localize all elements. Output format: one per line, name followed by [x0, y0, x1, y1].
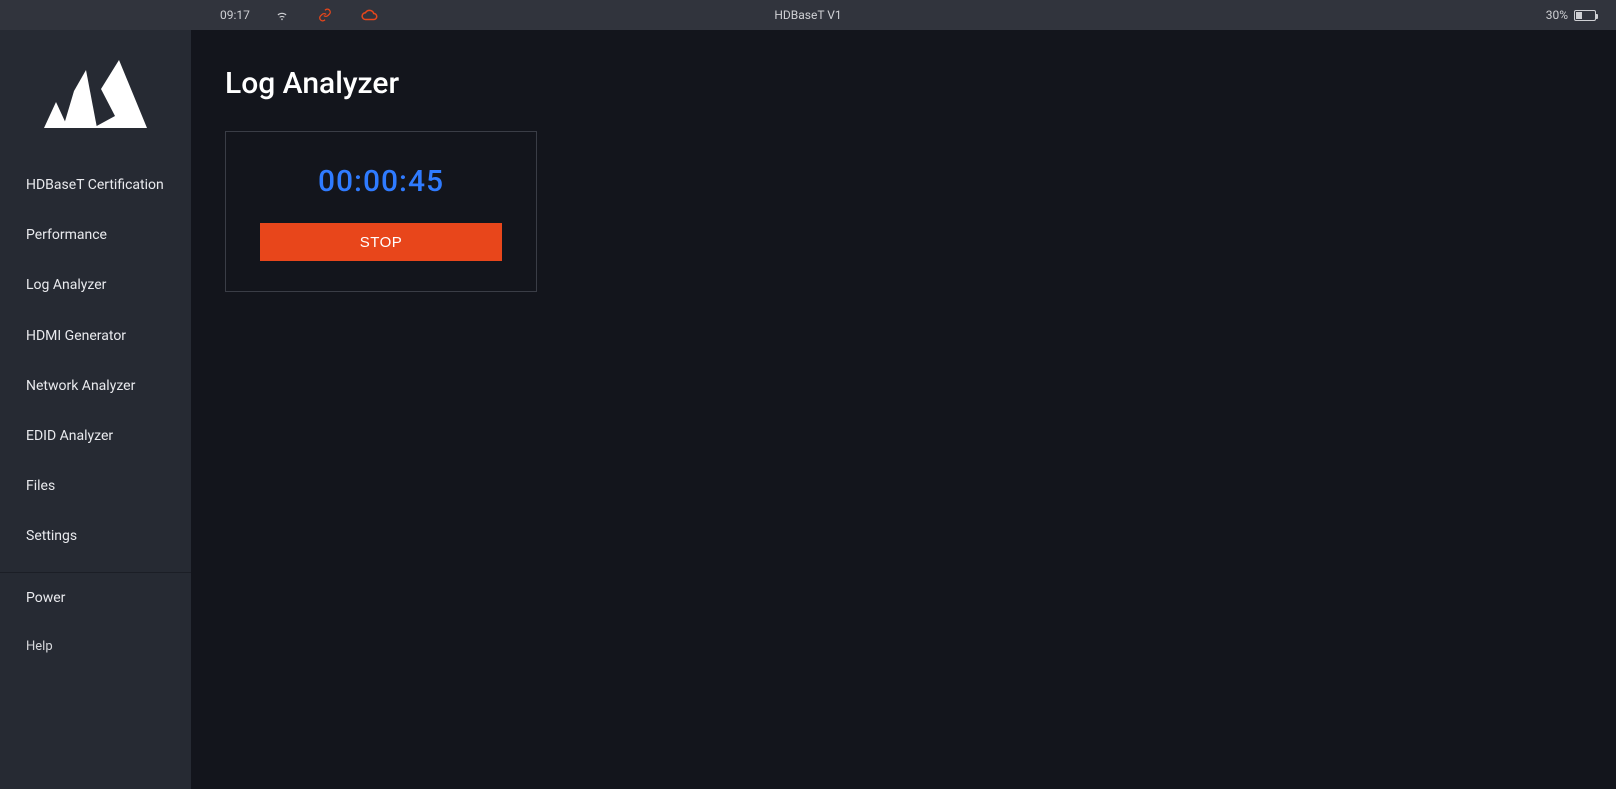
sidebar-item-label: HDMI Generator [26, 328, 126, 344]
status-bar: 09:17 HDBaseT V1 30% [0, 0, 1616, 30]
sidebar-item-hdmi-generator[interactable]: HDMI Generator [0, 311, 191, 361]
sidebar-item-label: EDID Analyzer [26, 428, 113, 444]
page-title: Log Analyzer [225, 66, 1582, 101]
sidebar-item-label: Performance [26, 227, 107, 243]
main-content: Log Analyzer 00:00:45 STOP [191, 30, 1616, 789]
wifi-signal-icon [275, 8, 289, 22]
sidebar-item-help[interactable]: Help [0, 623, 191, 672]
sidebar-item-label: Files [26, 478, 55, 494]
sidebar-item-label: Help [26, 639, 53, 654]
sidebar-item-label: Log Analyzer [26, 277, 106, 293]
sidebar-item-label: Network Analyzer [26, 378, 135, 394]
sidebar-item-edid-analyzer[interactable]: EDID Analyzer [0, 411, 191, 461]
timer-card: 00:00:45 STOP [225, 131, 537, 292]
sidebar-item-log-analyzer[interactable]: Log Analyzer [0, 260, 191, 310]
cloud-icon [361, 8, 379, 22]
battery-indicator: 30% [1546, 8, 1596, 22]
sidebar-item-performance[interactable]: Performance [0, 210, 191, 260]
sidebar-item-power[interactable]: Power [0, 573, 191, 623]
sidebar-item-network-analyzer[interactable]: Network Analyzer [0, 361, 191, 411]
clock-time: 09:17 [220, 8, 250, 22]
link-icon [317, 8, 333, 22]
sidebar-item-label: Power [26, 590, 65, 606]
statusbar-title: HDBaseT V1 [774, 8, 841, 22]
stop-button[interactable]: STOP [260, 223, 502, 261]
sidebar-item-files[interactable]: Files [0, 461, 191, 511]
battery-icon [1574, 10, 1596, 21]
sidebar-item-hdbaset-certification[interactable]: HDBaseT Certification [0, 160, 191, 210]
nav-primary: HDBaseT Certification Performance Log An… [0, 160, 191, 562]
status-icons [275, 8, 379, 22]
sidebar-item-label: Settings [26, 528, 77, 544]
sidebar-item-label: HDBaseT Certification [26, 177, 164, 193]
brand-logo [0, 30, 191, 160]
sidebar-item-settings[interactable]: Settings [0, 511, 191, 561]
battery-percent: 30% [1546, 8, 1568, 22]
sidebar: HDBaseT Certification Performance Log An… [0, 30, 191, 789]
nav-secondary: Power Help [0, 573, 191, 672]
timer-value: 00:00:45 [318, 164, 444, 199]
